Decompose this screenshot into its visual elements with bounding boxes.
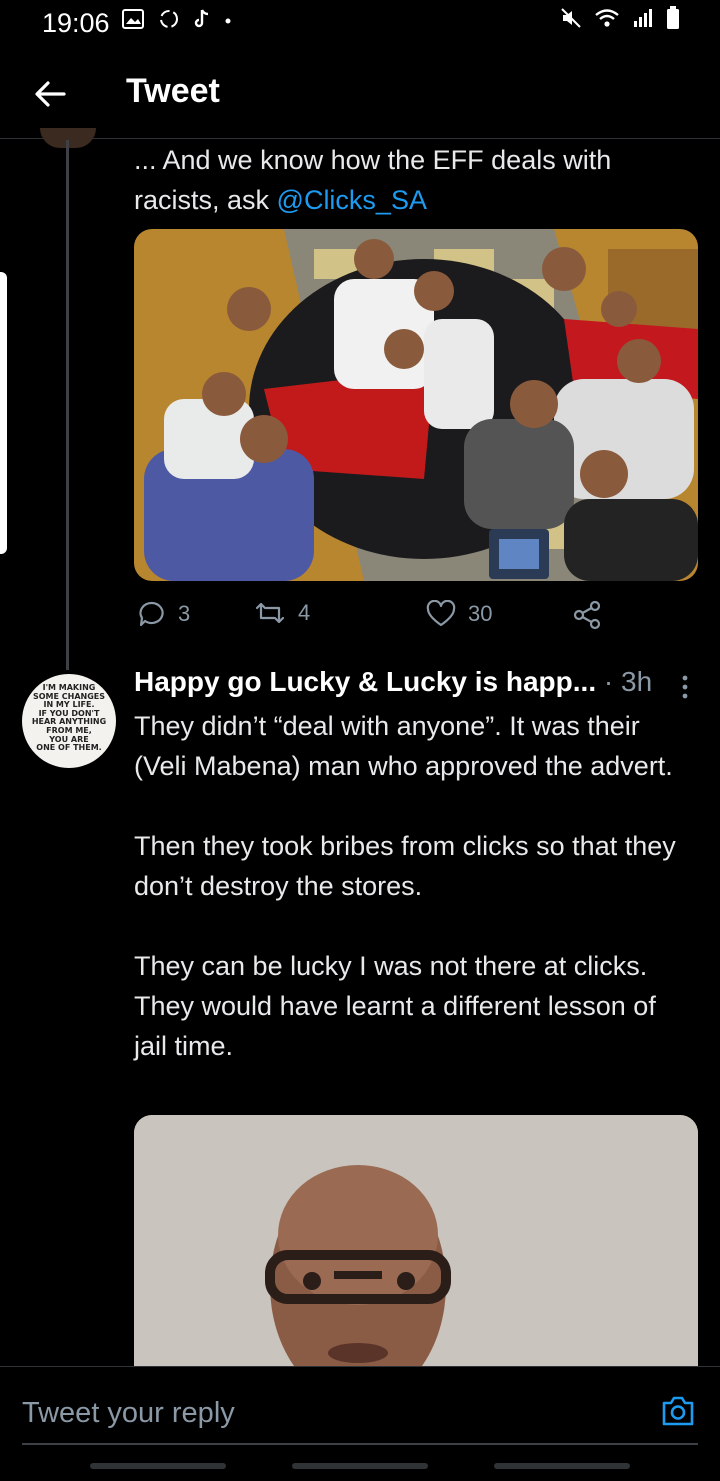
- separator-dot: ·: [603, 666, 614, 697]
- edge-panel-handle[interactable]: [0, 272, 7, 554]
- like-icon: [426, 600, 456, 627]
- like-action[interactable]: 30: [426, 600, 492, 628]
- tweet-photo[interactable]: [134, 229, 698, 581]
- reply-paragraph: Then they took bribes from clicks so tha…: [134, 831, 676, 901]
- wifi-icon: [595, 9, 619, 27]
- reply-author-name[interactable]: Happy go Lucky & Lucky is happ...: [134, 666, 596, 697]
- tweet-photo-image: [134, 229, 698, 581]
- reply-icon: [139, 601, 164, 627]
- battery-icon: [667, 6, 679, 29]
- reply-input[interactable]: Tweet your reply: [22, 1397, 235, 1430]
- share-action[interactable]: [572, 600, 602, 630]
- reply-action[interactable]: 3: [138, 600, 190, 628]
- mention-link[interactable]: @Clicks_SA: [277, 185, 427, 215]
- tweet-text: ... And we know how the EFF deals with r…: [134, 140, 694, 220]
- status-time: 19:06: [42, 8, 110, 38]
- reply-author-avatar[interactable]: I'M MAKING SOME CHANGES IN MY LIFE. IF Y…: [22, 674, 116, 768]
- reply-header: Happy go Lucky & Lucky is happ... · 3h: [134, 666, 652, 698]
- dot-icon: [225, 18, 231, 24]
- mute-icon: [561, 8, 581, 28]
- composer-underline: [22, 1443, 698, 1445]
- reply-composer: Tweet your reply: [0, 1366, 720, 1481]
- share-icon: [573, 600, 601, 630]
- back-arrow-icon[interactable]: [30, 74, 70, 114]
- tweet-action-bar: 3 4 30: [134, 600, 634, 636]
- signal-icon: [634, 9, 652, 27]
- reply-paragraph: They can be lucky I was not there at cli…: [134, 951, 656, 1061]
- top-app-bar: Tweet: [0, 50, 720, 139]
- retweet-icon: [255, 602, 285, 624]
- like-count: 30: [468, 601, 493, 626]
- avatar-quote-text: I'M MAKING SOME CHANGES IN MY LIFE. IF Y…: [31, 683, 107, 753]
- nav-back-button[interactable]: [494, 1463, 630, 1469]
- reply-paragraph: They didn’t “deal with anyone”. It was t…: [134, 711, 673, 781]
- thread-connector: [66, 140, 69, 670]
- retweet-action[interactable]: 4: [254, 600, 310, 626]
- nav-home-button[interactable]: [292, 1463, 428, 1469]
- reply-text: They didn’t “deal with anyone”. It was t…: [134, 706, 694, 1066]
- tiktok-icon: [194, 9, 209, 28]
- reply-photo-image: [134, 1115, 698, 1375]
- status-system-icons: [560, 6, 680, 30]
- page-title: Tweet: [126, 72, 220, 110]
- gallery-icon: [122, 9, 144, 29]
- sync-icon: [160, 10, 178, 28]
- reply-count: 3: [178, 601, 191, 626]
- reply-timestamp: 3h: [621, 666, 653, 697]
- camera-icon[interactable]: [660, 1393, 696, 1429]
- nav-recents-button[interactable]: [90, 1463, 226, 1469]
- status-notification-icons: [122, 8, 232, 30]
- retweet-count: 4: [298, 600, 311, 625]
- more-icon[interactable]: [676, 674, 694, 700]
- reply-photo[interactable]: [134, 1115, 698, 1375]
